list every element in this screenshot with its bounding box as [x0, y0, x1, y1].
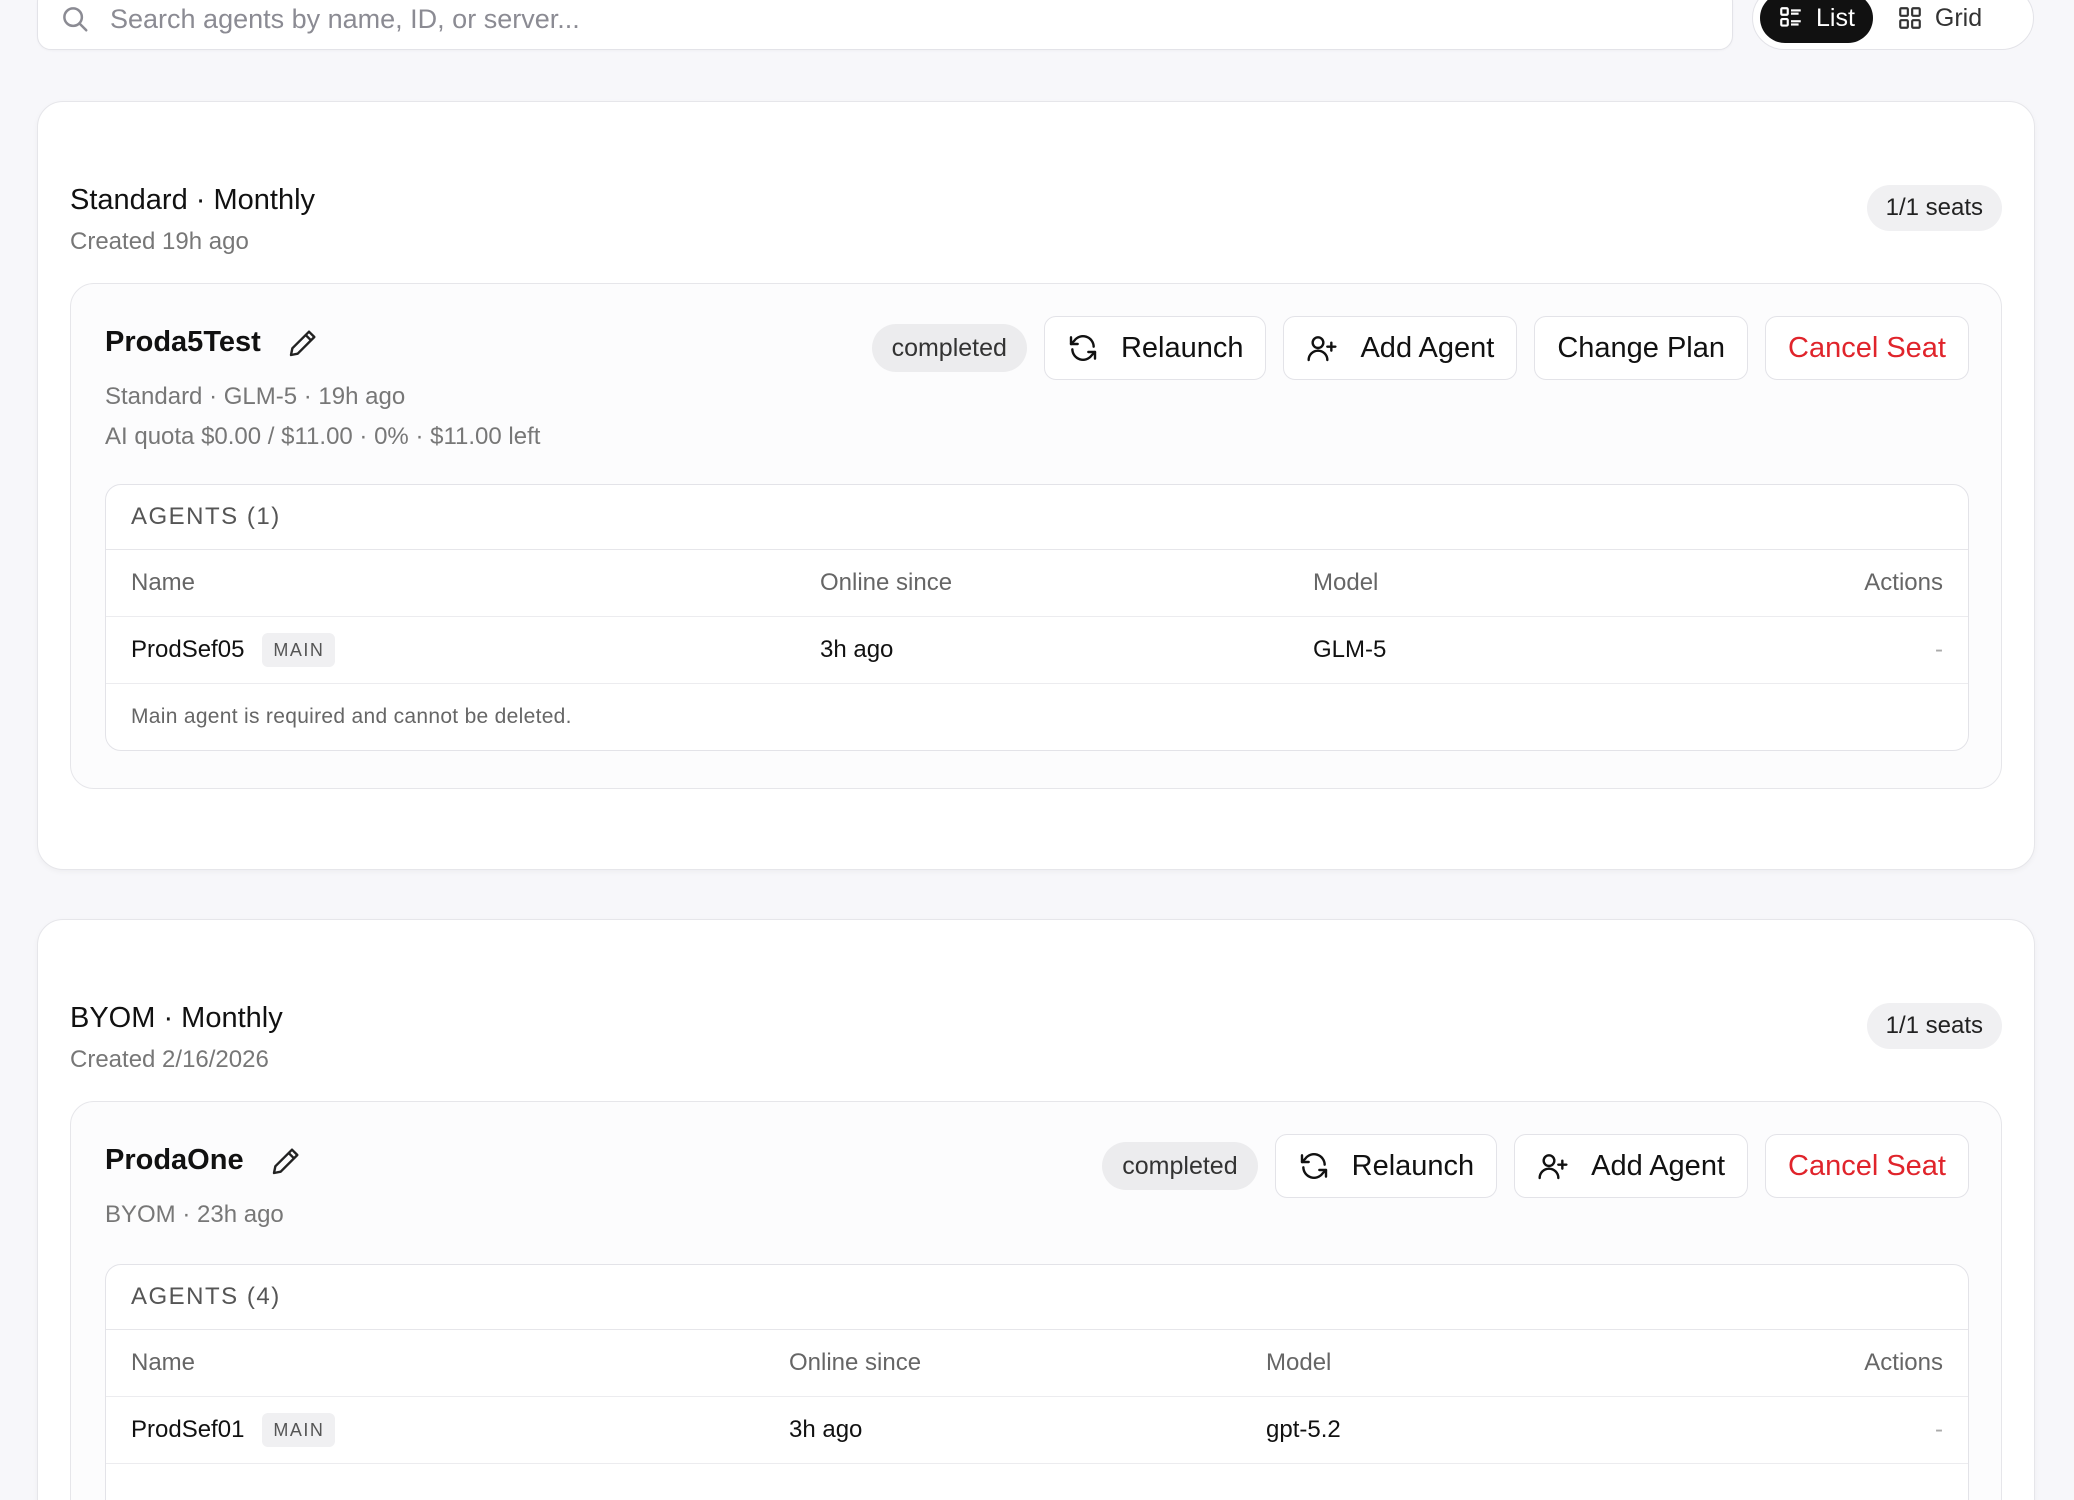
column-actions: Actions	[1864, 1349, 1943, 1376]
grid-icon	[1897, 5, 1923, 31]
seat-card: Proda5Test Standard · GLM-5 · 19h ago AI…	[70, 283, 2002, 789]
seat-actions: completed Relaunch Add Agent Change Plan…	[871, 316, 1969, 380]
plan-card: Standard · Monthly Created 19h ago 1/1 s…	[37, 101, 2035, 870]
agent-online-since: 3h ago	[789, 1416, 863, 1443]
grid-view-label: Grid	[1934, 3, 1983, 32]
search-input[interactable]	[110, 3, 1610, 35]
agent-name: ProdSef05	[131, 636, 245, 663]
cancel-seat-label: Cancel Seat	[1788, 331, 1946, 364]
status-badge: completed	[871, 324, 1027, 372]
list-view-label: List	[1816, 3, 1855, 32]
add-agent-button[interactable]: Add Agent	[1283, 316, 1518, 380]
pencil-icon[interactable]	[270, 1145, 302, 1177]
column-actions: Actions	[1864, 569, 1943, 596]
column-model: Model	[1266, 1349, 1332, 1376]
table-note: Main agent is required and cannot be del…	[131, 705, 572, 728]
add-agent-label: Add Agent	[1591, 1149, 1725, 1182]
status-badge: completed	[1102, 1142, 1258, 1190]
cancel-seat-label: Cancel Seat	[1788, 1149, 1946, 1182]
relaunch-button[interactable]: Relaunch	[1043, 316, 1267, 380]
table-row: ProdSef05 MAIN 3h ago GLM-5 -	[106, 617, 1968, 684]
seat-name: ProdaOne	[105, 1144, 302, 1177]
ai-quota: AI quota $0.00 / $11.00 · 0% · $11.00 le…	[105, 423, 541, 450]
seat-meta: Standard · GLM-5 · 19h ago	[105, 383, 406, 410]
plan-title: Standard · Monthly	[70, 184, 316, 216]
relaunch-label: Relaunch	[1120, 331, 1244, 364]
add-agent-label: Add Agent	[1360, 331, 1495, 364]
refresh-icon	[1298, 1150, 1330, 1182]
change-plan-label: Change Plan	[1557, 331, 1725, 364]
relaunch-label: Relaunch	[1351, 1149, 1475, 1182]
table-header-row: Name Online since Model Actions	[106, 550, 1968, 617]
user-plus-icon	[1306, 332, 1338, 364]
main-badge: MAIN	[262, 1413, 336, 1447]
seats-badge: 1/1 seats	[1866, 1003, 2002, 1049]
seat-card: ProdaOne BYOM · 23h ago completed Relaun…	[70, 1101, 2002, 1500]
seat-actions: completed Relaunch Add Agent Cancel Seat	[1102, 1134, 1969, 1198]
seat-meta: BYOM · 23h ago	[105, 1201, 284, 1228]
column-online-since: Online since	[789, 1349, 922, 1376]
cancel-seat-button[interactable]: Cancel Seat	[1765, 316, 1969, 380]
refresh-icon	[1067, 332, 1099, 364]
user-plus-icon	[1537, 1150, 1569, 1182]
agent-name-cell: ProdSef01 MAIN	[131, 1397, 336, 1463]
agent-actions: -	[1935, 636, 1943, 663]
seats-badge: 1/1 seats	[1866, 185, 2002, 231]
plan-card: BYOM · Monthly Created 2/16/2026 1/1 sea…	[37, 919, 2035, 1500]
column-online-since: Online since	[820, 569, 953, 596]
list-icon	[1778, 5, 1804, 31]
agent-name-cell: ProdSef05 MAIN	[131, 617, 336, 683]
agent-actions: -	[1935, 1416, 1943, 1443]
seat-name-text: ProdaOne	[105, 1144, 244, 1176]
cancel-seat-button[interactable]: Cancel Seat	[1765, 1134, 1969, 1198]
agents-header: AGENTS (1)	[106, 485, 1968, 550]
search-icon	[60, 4, 90, 34]
main-badge: MAIN	[262, 633, 336, 667]
grid-view-button[interactable]: Grid	[1879, 0, 2000, 43]
column-model: Model	[1313, 569, 1379, 596]
pencil-icon[interactable]	[287, 327, 319, 359]
plan-created: Created 19h ago	[70, 228, 249, 255]
column-name: Name	[131, 1349, 196, 1376]
change-plan-button[interactable]: Change Plan	[1534, 316, 1748, 380]
plan-title: BYOM · Monthly	[70, 1002, 283, 1034]
agent-name: ProdSef01	[131, 1416, 245, 1443]
plan-created: Created 2/16/2026	[70, 1046, 269, 1073]
search-bar[interactable]	[37, 0, 1733, 50]
agent-model: gpt-5.2	[1266, 1416, 1341, 1443]
table-row: ProdSef01 MAIN 3h ago gpt-5.2 -	[106, 1397, 1968, 1464]
agent-model: GLM-5	[1313, 636, 1387, 663]
table-row	[106, 1464, 1968, 1500]
agents-header: AGENTS (4)	[106, 1265, 1968, 1330]
agents-table: AGENTS (4) Name Online since Model Actio…	[105, 1264, 1969, 1500]
seat-name: Proda5Test	[105, 326, 319, 359]
seat-name-text: Proda5Test	[105, 326, 261, 358]
table-header-row: Name Online since Model Actions	[106, 1330, 1968, 1397]
add-agent-button[interactable]: Add Agent	[1514, 1134, 1748, 1198]
view-toggle: List Grid	[1752, 0, 2034, 50]
relaunch-button[interactable]: Relaunch	[1274, 1134, 1498, 1198]
list-view-button[interactable]: List	[1760, 0, 1873, 43]
column-name: Name	[131, 569, 196, 596]
agent-online-since: 3h ago	[820, 636, 894, 663]
agents-table: AGENTS (1) Name Online since Model Actio…	[105, 484, 1969, 751]
